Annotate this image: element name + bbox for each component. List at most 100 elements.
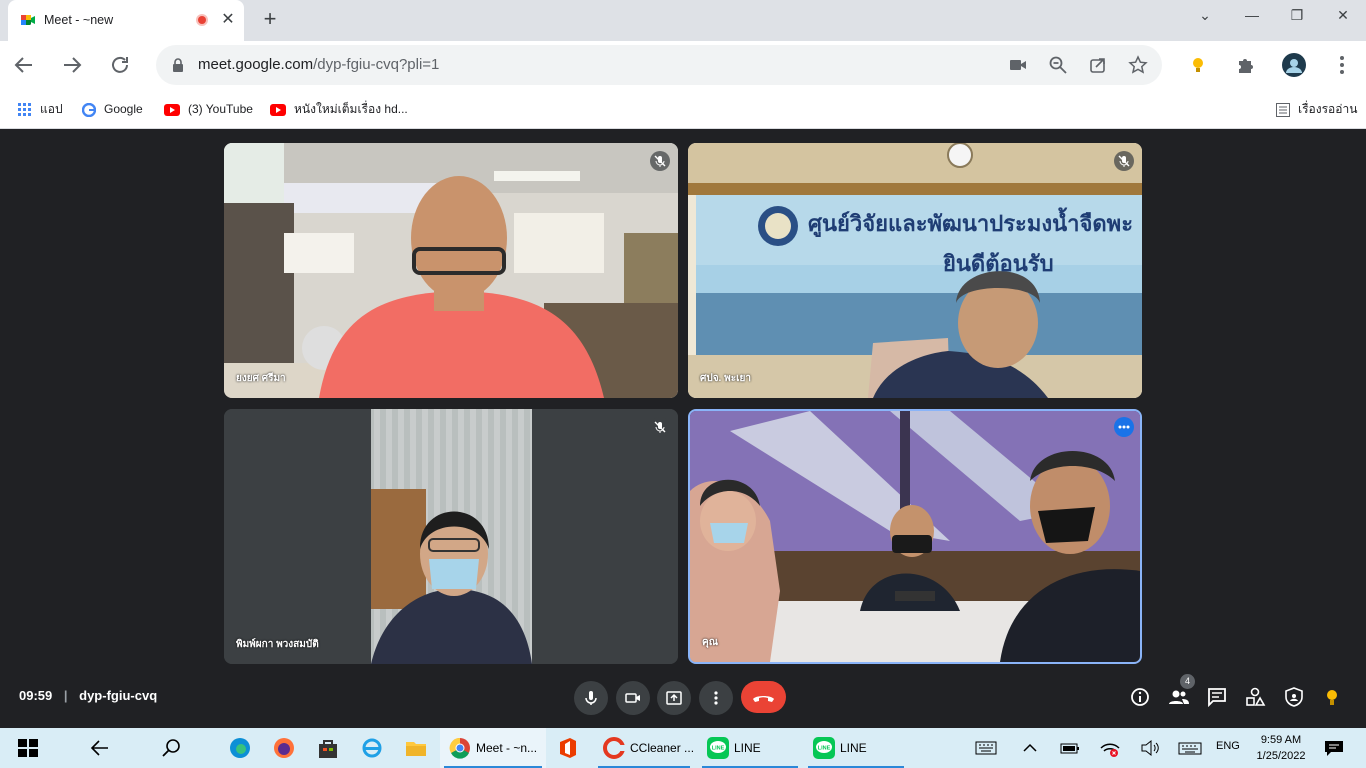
battery-icon[interactable] <box>1058 736 1082 760</box>
bookmark-movies[interactable]: หนังใหม่เต็มเรื่อง hd... <box>270 101 408 117</box>
tab-search-icon[interactable]: ⌄ <box>1182 0 1228 30</box>
participant-tile[interactable]: พิมพ์ผกา พวงสมบัติ <box>224 409 678 664</box>
meeting-details-icon[interactable] <box>1129 686 1151 708</box>
more-options-button[interactable] <box>699 681 733 715</box>
youtube-icon <box>164 103 180 116</box>
present-screen-button[interactable] <box>657 681 691 715</box>
restore-button[interactable]: ❐ <box>1274 0 1320 30</box>
host-controls-icon[interactable] <box>1283 686 1305 708</box>
recording-indicator-icon <box>198 16 206 24</box>
taskbar-app-label: Meet - ~n... <box>476 741 538 755</box>
camera-in-use-icon[interactable] <box>1008 55 1028 75</box>
meeting-code: dyp-fgiu-cvq <box>79 688 158 703</box>
keyboard-layout-icon[interactable] <box>974 736 998 760</box>
bookmark-google[interactable]: Google <box>82 101 143 117</box>
file-explorer-icon[interactable] <box>404 736 428 760</box>
address-bar[interactable]: meet.google.com/dyp-fgiu-cvq?pli=1 <box>156 45 1162 85</box>
hang-up-icon <box>753 696 774 702</box>
new-tab-button[interactable]: + <box>258 8 282 32</box>
svg-text:LINE: LINE <box>818 746 831 752</box>
participant-tile[interactable]: ศูนย์วิจัยและพัฒนาประมงน้ำจืดพะ ยินดีต้อ… <box>688 143 1142 398</box>
touch-keyboard-icon[interactable] <box>1178 736 1202 760</box>
internet-explorer-icon[interactable] <box>360 736 384 760</box>
meeting-clock: 09:59 <box>19 688 53 703</box>
share-icon[interactable] <box>1088 55 1108 75</box>
show-hidden-icons-icon[interactable] <box>1018 736 1042 760</box>
reading-list-label: เรื่องรออ่าน <box>1298 102 1358 116</box>
extension-bulb-icon[interactable] <box>1186 53 1210 77</box>
meet-stage: ยงยศ ศรีมา ศูนย์วิจัยและพัฒนาประมงน้ำจืด… <box>0 130 1366 727</box>
system-clock[interactable]: 9:59 AM 1/25/2022 <box>1250 732 1312 764</box>
taskbar-app-line[interactable]: LINE LINE <box>698 728 802 768</box>
menu-kebab-icon[interactable] <box>1330 53 1354 77</box>
microphone-button[interactable] <box>574 681 608 715</box>
activities-icon[interactable] <box>1244 686 1266 708</box>
bookmark-label: Google <box>104 102 143 116</box>
url-host: meet.google.com <box>198 56 314 73</box>
youtube-icon <box>270 103 286 116</box>
volume-icon[interactable] <box>1138 736 1162 760</box>
extensions-puzzle-icon[interactable] <box>1234 53 1258 77</box>
tab-title: Meet - ~new <box>44 13 114 27</box>
bookmark-youtube[interactable]: (3) YouTube <box>164 101 253 117</box>
google-icon <box>82 102 96 117</box>
forward-icon[interactable] <box>60 53 84 77</box>
participant-video: ศูนย์วิจัยและพัฒนาประมงน้ำจืดพะ ยินดีต้อ… <box>688 143 1142 398</box>
more-options-icon[interactable] <box>1114 417 1134 437</box>
firefox-icon[interactable] <box>272 736 296 760</box>
bookmarks-bar: แอป Google (3) YouTube หนังใหม่เต็มเรื่อ… <box>0 89 1366 129</box>
separator: | <box>63 688 68 703</box>
meet-controls-bar: 09:59 | dyp-fgiu-cvq 4 <box>0 672 1366 720</box>
notifications-icon[interactable] <box>1322 736 1346 760</box>
leave-call-button[interactable] <box>741 681 786 713</box>
browser-toolbar: meet.google.com/dyp-fgiu-cvq?pli=1 <box>0 41 1366 89</box>
url-path: /dyp-fgiu-cvq?pli=1 <box>313 56 440 73</box>
search-icon[interactable] <box>160 736 184 760</box>
google-meet-icon <box>21 15 35 25</box>
profile-avatar-icon[interactable] <box>1282 53 1306 77</box>
taskbar-app-line[interactable]: LINE LINE <box>804 728 908 768</box>
ccleaner-icon <box>603 737 626 759</box>
mic-muted-icon <box>650 151 670 171</box>
taskbar-app-office[interactable] <box>548 728 588 768</box>
input-language[interactable]: ENG <box>1216 740 1240 752</box>
reading-list-icon <box>1276 102 1290 117</box>
windows-taskbar: Meet - ~n... CCleaner ... LINE LINE LINE… <box>0 728 1366 768</box>
tab-close-icon[interactable]: ✕ <box>218 10 238 30</box>
participant-video <box>224 143 678 398</box>
people-icon[interactable] <box>1168 686 1190 708</box>
apps-grid-icon <box>18 102 31 116</box>
camera-button[interactable] <box>616 681 650 715</box>
system-time: 9:59 AM <box>1260 734 1302 746</box>
taskbar-app-meet[interactable]: Meet - ~n... <box>440 728 546 768</box>
edge-icon[interactable] <box>228 736 252 760</box>
extension-bulb-icon[interactable] <box>1321 686 1343 708</box>
windows-start-icon[interactable] <box>16 736 40 760</box>
system-date: 1/25/2022 <box>1256 750 1306 762</box>
tab-meet[interactable]: Meet - ~new ✕ <box>8 0 244 41</box>
svg-text:LINE: LINE <box>712 746 725 752</box>
back-arrow-icon[interactable] <box>88 736 112 760</box>
bookmark-apps[interactable]: แอป <box>18 101 63 117</box>
lock-icon[interactable] <box>172 58 184 72</box>
close-window-button[interactable]: ✕ <box>1320 0 1366 30</box>
url-text: meet.google.com/dyp-fgiu-cvq?pli=1 <box>198 56 439 73</box>
mic-muted-icon <box>650 417 670 437</box>
participant-name: คุณ <box>702 637 718 648</box>
participant-tile[interactable]: ยงยศ ศรีมา <box>224 143 678 398</box>
participant-name: ยงยศ ศรีมา <box>236 373 286 384</box>
taskbar-app-label: LINE <box>734 741 761 755</box>
participant-tile-self[interactable]: คุณ <box>688 409 1142 664</box>
chat-icon[interactable] <box>1206 686 1228 708</box>
network-disconnected-icon[interactable] <box>1098 736 1122 760</box>
store-icon[interactable] <box>316 736 340 760</box>
bookmark-star-icon[interactable] <box>1128 55 1148 75</box>
reload-icon[interactable] <box>108 53 132 77</box>
minimize-button[interactable]: — <box>1229 0 1275 30</box>
back-icon[interactable] <box>12 53 36 77</box>
taskbar-app-ccleaner[interactable]: CCleaner ... <box>594 728 694 768</box>
chrome-icon <box>449 737 470 759</box>
zoom-icon[interactable] <box>1048 55 1068 75</box>
taskbar-app-label: LINE <box>840 741 867 755</box>
reading-list-button[interactable]: เรื่องรออ่าน <box>1276 101 1357 117</box>
